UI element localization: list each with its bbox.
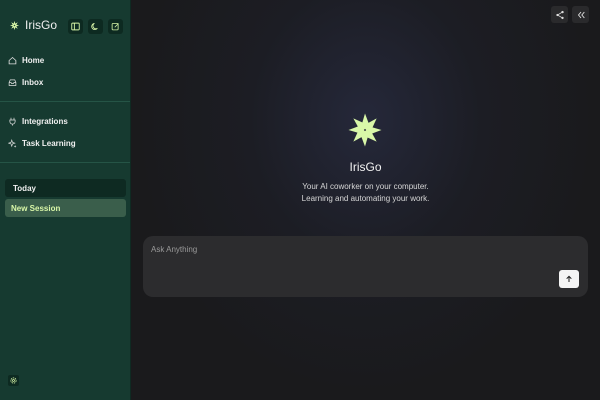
toggle-sidebar-icon [71, 22, 80, 31]
page-subtitle: Your AI coworker on your computer. Learn… [131, 181, 600, 205]
session-item[interactable]: New Session [5, 199, 126, 217]
session-group-today: Today [5, 179, 126, 197]
edit-icon [111, 23, 119, 31]
theme-toggle-button[interactable] [88, 19, 103, 34]
new-session-button[interactable] [108, 19, 123, 34]
collapse-button[interactable] [572, 6, 589, 23]
brand: IrisGo [9, 18, 57, 32]
sidebar-item-task-learning[interactable]: Task Learning [8, 139, 76, 148]
sidebar-item-inbox[interactable]: Inbox [8, 78, 43, 87]
irisgo-logo-icon [9, 20, 20, 30]
irisgo-logo-icon [348, 113, 382, 147]
sidebar-divider [0, 101, 130, 102]
sidebar-item-home[interactable]: Home [8, 56, 44, 65]
moon-icon [91, 22, 98, 31]
sidebar-item-label: Home [22, 56, 45, 65]
sidebar-item-label: Inbox [22, 78, 44, 87]
main-panel: IrisGo Your AI coworker on your computer… [131, 0, 600, 400]
home-icon [8, 56, 17, 65]
chat-input[interactable] [151, 245, 531, 259]
sidebar-divider [0, 162, 130, 163]
subtitle-line: Your AI coworker on your computer. [302, 182, 429, 191]
sidebar-item-label: Integrations [22, 117, 68, 126]
gear-icon [10, 377, 17, 384]
sidebar-toolbar [68, 19, 123, 34]
chat-input-box [143, 236, 588, 297]
app-name: IrisGo [25, 18, 58, 32]
chevrons-left-icon [577, 11, 585, 18]
inbox-icon [8, 79, 17, 86]
send-button[interactable] [559, 270, 579, 288]
sidebar: IrisGo Home Inbox Integrations Task Lear… [0, 0, 131, 400]
sparkles-icon [8, 139, 17, 148]
sidebar-item-integrations[interactable]: Integrations [8, 117, 68, 126]
page-title: IrisGo [349, 160, 382, 174]
share-icon [555, 10, 564, 19]
plug-icon [9, 117, 16, 126]
sidebar-item-label: Task Learning [22, 139, 76, 148]
arrow-up-icon [566, 275, 572, 282]
subtitle-line: Learning and automating your work. [301, 194, 430, 203]
share-button[interactable] [551, 6, 568, 23]
settings-button[interactable] [8, 375, 19, 386]
toggle-sidebar-button[interactable] [68, 19, 83, 34]
